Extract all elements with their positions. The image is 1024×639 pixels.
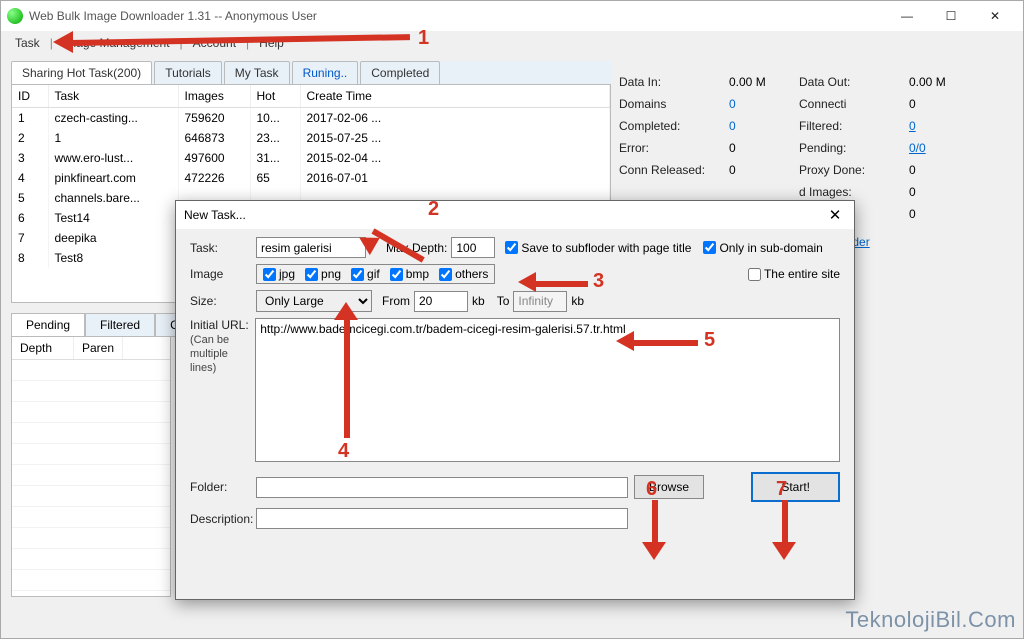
max-depth-input[interactable] bbox=[451, 237, 495, 258]
completed-label: Completed: bbox=[619, 119, 729, 133]
png-check[interactable]: png bbox=[305, 267, 341, 281]
menu-task[interactable]: Task bbox=[9, 34, 46, 52]
conn-released-value: 0 bbox=[729, 163, 799, 177]
error-value: 0 bbox=[729, 141, 799, 155]
col-depth[interactable]: Depth bbox=[12, 337, 74, 359]
table-row[interactable]: 2164687323...2015-07-25 ... bbox=[12, 128, 610, 148]
menu-image-management[interactable]: Image Management bbox=[57, 34, 176, 52]
proxy-done-label: Proxy Done: bbox=[799, 163, 909, 177]
bmp-check[interactable]: bmp bbox=[390, 267, 429, 281]
s-value: 0 bbox=[909, 207, 916, 221]
pending-value[interactable]: 0/0 bbox=[909, 141, 926, 155]
lower-tabstrip: Pending Filtered C bbox=[11, 313, 191, 337]
col-parent[interactable]: Paren bbox=[74, 337, 123, 359]
tab-pending[interactable]: Pending bbox=[11, 313, 85, 336]
menu-sep: | bbox=[176, 36, 187, 50]
watermark: TeknolojiBil.Com bbox=[845, 607, 1016, 633]
filtered-label: Filtered: bbox=[799, 119, 909, 133]
menu-account[interactable]: Account bbox=[187, 34, 242, 52]
close-icon[interactable]: ✕ bbox=[824, 204, 846, 226]
connecti-label: Connecti bbox=[799, 97, 909, 111]
menu-sep: | bbox=[46, 36, 57, 50]
tab-running[interactable]: Runing.. bbox=[292, 61, 359, 84]
save-subfolder-check[interactable]: Save to subfloder with page title bbox=[505, 241, 691, 255]
folder-label: Folder: bbox=[190, 480, 256, 494]
size-label: Size: bbox=[190, 294, 256, 308]
gif-check[interactable]: gif bbox=[351, 267, 380, 281]
tab-completed[interactable]: Completed bbox=[360, 61, 440, 84]
proxy-done-value: 0 bbox=[909, 163, 916, 177]
connecti-value: 0 bbox=[909, 97, 916, 111]
error-label: Error: bbox=[619, 141, 729, 155]
table-row[interactable]: 1czech-casting...75962010...2017-02-06 .… bbox=[12, 108, 610, 129]
data-in-value: 0.00 M bbox=[729, 75, 799, 89]
tab-tutorials[interactable]: Tutorials bbox=[154, 61, 222, 84]
to-input bbox=[513, 291, 567, 312]
col-create[interactable]: Create Time bbox=[300, 85, 610, 108]
task-label: Task: bbox=[190, 241, 256, 255]
url-textarea[interactable]: http://www.bademcicegi.com.tr/badem-cice… bbox=[255, 318, 840, 462]
url-sub: (Can be multiple lines) bbox=[190, 334, 229, 374]
new-task-dialog: New Task... ✕ Task: Max Depth: Save to s… bbox=[175, 200, 855, 600]
tab-my-task[interactable]: My Task bbox=[224, 61, 290, 84]
menubar: Task | Image Management | Account | Help bbox=[1, 31, 1023, 55]
app-icon bbox=[7, 8, 23, 24]
folder-input[interactable] bbox=[256, 477, 628, 498]
image-label: Image bbox=[190, 267, 256, 281]
description-label: Description: bbox=[190, 512, 256, 526]
minimize-button[interactable]: — bbox=[885, 2, 929, 30]
titlebar: Web Bulk Image Downloader 1.31 -- Anonym… bbox=[1, 1, 1023, 31]
table-row[interactable]: 3www.ero-lust...49760031...2015-02-04 ..… bbox=[12, 148, 610, 168]
data-out-value: 0.00 M bbox=[909, 75, 946, 89]
top-tabstrip: Sharing Hot Task(200) Tutorials My Task … bbox=[11, 61, 611, 85]
url-label: Initial URL: bbox=[190, 318, 249, 332]
d-images-value: 0 bbox=[909, 185, 916, 199]
max-depth-label: Max Depth: bbox=[386, 241, 447, 255]
kb-label: kb bbox=[472, 294, 485, 308]
data-in-label: Data In: bbox=[619, 75, 729, 89]
from-label: From bbox=[382, 294, 410, 308]
kb-label-2: kb bbox=[571, 294, 584, 308]
description-input[interactable] bbox=[256, 508, 628, 529]
domains-label: Domains bbox=[619, 97, 729, 111]
tab-filtered[interactable]: Filtered bbox=[85, 313, 155, 336]
pending-grid[interactable]: Depth Paren bbox=[11, 337, 171, 597]
domains-value[interactable]: 0 bbox=[729, 97, 736, 111]
col-hot[interactable]: Hot bbox=[250, 85, 300, 108]
col-images[interactable]: Images bbox=[178, 85, 250, 108]
entire-site-check[interactable]: The entire site bbox=[748, 267, 840, 281]
menu-sep: | bbox=[242, 36, 253, 50]
conn-released-label: Conn Released: bbox=[619, 163, 729, 177]
table-row[interactable]: 4pinkfineart.com472226652016-07-01 bbox=[12, 168, 610, 188]
browse-button[interactable]: Browse bbox=[634, 475, 704, 499]
filtered-value[interactable]: 0 bbox=[909, 119, 916, 133]
only-subdomain-check[interactable]: Only in sub-domain bbox=[703, 241, 822, 255]
menu-help[interactable]: Help bbox=[253, 34, 290, 52]
col-id[interactable]: ID bbox=[12, 85, 48, 108]
data-out-label: Data Out: bbox=[799, 75, 909, 89]
d-images-label: d Images: bbox=[799, 185, 909, 199]
start-button[interactable]: Start! bbox=[751, 472, 840, 502]
to-label: To bbox=[497, 294, 510, 308]
dialog-title: New Task... bbox=[184, 208, 246, 222]
close-button[interactable]: ✕ bbox=[973, 2, 1017, 30]
maximize-button[interactable]: ☐ bbox=[929, 2, 973, 30]
tab-sharing-hot[interactable]: Sharing Hot Task(200) bbox=[11, 61, 152, 84]
size-select[interactable]: Only Large bbox=[256, 290, 372, 312]
task-input[interactable] bbox=[256, 237, 366, 258]
window-title: Web Bulk Image Downloader 1.31 -- Anonym… bbox=[29, 9, 885, 23]
dialog-titlebar: New Task... ✕ bbox=[176, 201, 854, 229]
from-input[interactable] bbox=[414, 291, 468, 312]
pending-label: Pending: bbox=[799, 141, 909, 155]
completed-value[interactable]: 0 bbox=[729, 119, 736, 133]
jpg-check[interactable]: jpg bbox=[263, 267, 295, 281]
col-task[interactable]: Task bbox=[48, 85, 178, 108]
others-check[interactable]: others bbox=[439, 267, 488, 281]
